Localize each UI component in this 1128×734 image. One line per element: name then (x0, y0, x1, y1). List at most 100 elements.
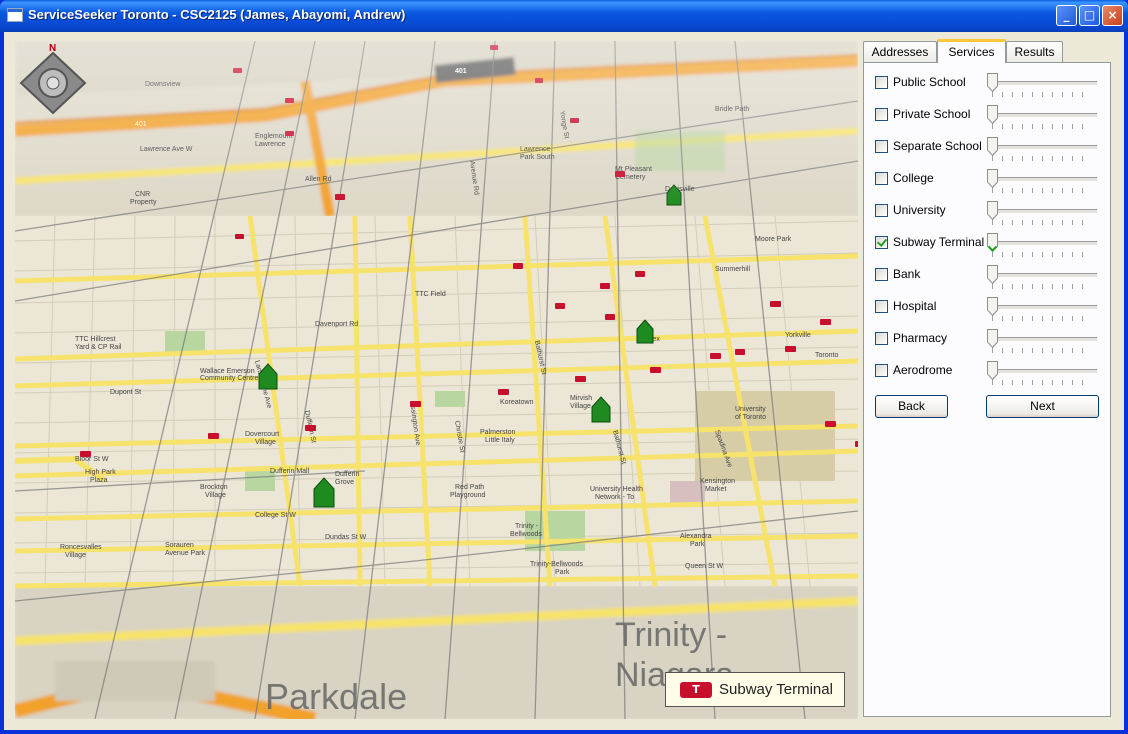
slider-track (987, 81, 1097, 86)
service-row: Separate School (864, 134, 1112, 166)
service-weight-slider[interactable] (985, 230, 1099, 258)
svg-text:Village: Village (65, 552, 86, 559)
tab-services[interactable]: Services (937, 39, 1006, 63)
service-label[interactable]: Private School (893, 107, 970, 121)
slider-thumb[interactable] (987, 361, 998, 381)
service-label[interactable]: Aerodrome (893, 363, 952, 377)
back-button[interactable]: Back (875, 395, 948, 418)
slider-thumb[interactable] (987, 265, 998, 285)
slider-thumb[interactable] (987, 169, 998, 189)
svg-text:Dupont St: Dupont St (110, 389, 141, 396)
service-checkbox[interactable] (875, 268, 888, 281)
service-label[interactable]: College (893, 171, 934, 185)
slider-thumb[interactable] (987, 233, 998, 253)
service-label[interactable]: Hospital (893, 299, 936, 313)
svg-text:Summerhill: Summerhill (715, 266, 750, 273)
service-weight-slider[interactable] (985, 102, 1099, 130)
svg-text:Moore Park: Moore Park (755, 236, 792, 243)
service-checkbox[interactable] (875, 76, 888, 89)
slider-ticks (992, 316, 1092, 321)
app-icon (7, 8, 23, 22)
svg-text:Queen St W: Queen St W (685, 563, 724, 570)
svg-text:Market: Market (705, 486, 726, 493)
service-checkbox[interactable] (875, 204, 888, 217)
legend-label: Subway Terminal (719, 681, 833, 698)
svg-text:College St W: College St W (255, 512, 296, 519)
compass-icon[interactable]: N (15, 41, 91, 117)
service-weight-slider[interactable] (985, 134, 1099, 162)
service-checkbox[interactable] (875, 236, 888, 249)
svg-text:Plaza: Plaza (90, 477, 108, 484)
slider-ticks (992, 124, 1092, 129)
service-weight-slider[interactable] (985, 166, 1099, 194)
service-weight-slider[interactable] (985, 358, 1099, 386)
slider-ticks (992, 188, 1092, 193)
slider-track (987, 177, 1097, 182)
svg-text:Brockton: Brockton (200, 484, 228, 491)
svg-text:Dundas St W: Dundas St W (325, 534, 367, 541)
slider-thumb[interactable] (987, 201, 998, 221)
map-view[interactable]: TTC Hillcrest Yard & CP Rail Wallace Eme… (15, 41, 858, 719)
map-canvas[interactable]: TTC Hillcrest Yard & CP Rail Wallace Eme… (15, 41, 858, 719)
service-label[interactable]: Separate School (893, 139, 982, 153)
svg-text:Community Centre: Community Centre (200, 375, 258, 382)
tab-addresses[interactable]: Addresses (863, 41, 937, 62)
service-row: Subway Terminal (864, 230, 1112, 262)
slider-ticks (992, 284, 1092, 289)
svg-text:Red Path: Red Path (455, 484, 484, 491)
svg-text:Yard & CP Rail: Yard & CP Rail (75, 344, 122, 351)
slider-thumb[interactable] (987, 297, 998, 317)
svg-text:Wallace Emerson: Wallace Emerson (200, 368, 255, 375)
svg-text:Playground: Playground (450, 492, 486, 499)
service-label[interactable]: Pharmacy (893, 331, 947, 345)
slider-thumb[interactable] (987, 137, 998, 157)
service-weight-slider[interactable] (985, 198, 1099, 226)
svg-text:Village: Village (255, 439, 276, 446)
slider-thumb[interactable] (987, 73, 998, 93)
svg-text:of Toronto: of Toronto (735, 414, 766, 421)
svg-text:Alexandra: Alexandra (680, 533, 712, 540)
service-weight-slider[interactable] (985, 326, 1099, 354)
service-checkbox[interactable] (875, 172, 888, 185)
close-button[interactable]: × (1102, 5, 1123, 26)
svg-text:Palmerston: Palmerston (480, 429, 516, 436)
slider-ticks (992, 220, 1092, 225)
ttc-subway-icon: T (680, 682, 712, 698)
svg-text:TTC Hillcrest: TTC Hillcrest (75, 336, 115, 343)
service-label[interactable]: Public School (893, 75, 966, 89)
minimize-button[interactable]: _ (1056, 5, 1077, 26)
service-checkbox[interactable] (875, 332, 888, 345)
slider-thumb[interactable] (987, 105, 998, 125)
service-checkbox[interactable] (875, 140, 888, 153)
service-checkbox[interactable] (875, 300, 888, 313)
slider-thumb[interactable] (987, 329, 998, 349)
svg-text:Bloor St W: Bloor St W (75, 456, 109, 463)
service-label[interactable]: University (893, 203, 946, 217)
slider-track (987, 113, 1097, 118)
svg-text:Dufferin Mall: Dufferin Mall (270, 468, 310, 475)
map-legend: T Subway Terminal (665, 672, 845, 707)
title-bar[interactable]: ServiceSeeker Toronto - CSC2125 (James, … (0, 0, 1128, 32)
maximize-button[interactable]: □ (1079, 5, 1100, 26)
service-checkbox[interactable] (875, 108, 888, 121)
service-checkbox[interactable] (875, 364, 888, 377)
next-button[interactable]: Next (986, 395, 1099, 418)
svg-text:Trinity-Bellwoods: Trinity-Bellwoods (530, 561, 584, 568)
svg-text:Sorauren: Sorauren (165, 542, 194, 549)
service-row: Aerodrome (864, 358, 1112, 390)
tab-results[interactable]: Results (1006, 41, 1063, 62)
service-label[interactable]: Bank (893, 267, 920, 281)
service-weight-slider[interactable] (985, 294, 1099, 322)
service-row: College (864, 166, 1112, 198)
slider-ticks (992, 92, 1092, 97)
service-weight-slider[interactable] (985, 70, 1099, 98)
svg-text:Toronto: Toronto (815, 352, 838, 359)
svg-text:Bellwoods: Bellwoods (510, 531, 542, 538)
services-tab-page: Public School Private School Separate Scho… (863, 62, 1111, 717)
svg-text:Grove: Grove (335, 479, 354, 486)
service-row: Public School (864, 70, 1112, 102)
service-label[interactable]: Subway Terminal (893, 235, 984, 249)
svg-text:Village: Village (205, 492, 226, 499)
slider-track (987, 305, 1097, 310)
service-weight-slider[interactable] (985, 262, 1099, 290)
